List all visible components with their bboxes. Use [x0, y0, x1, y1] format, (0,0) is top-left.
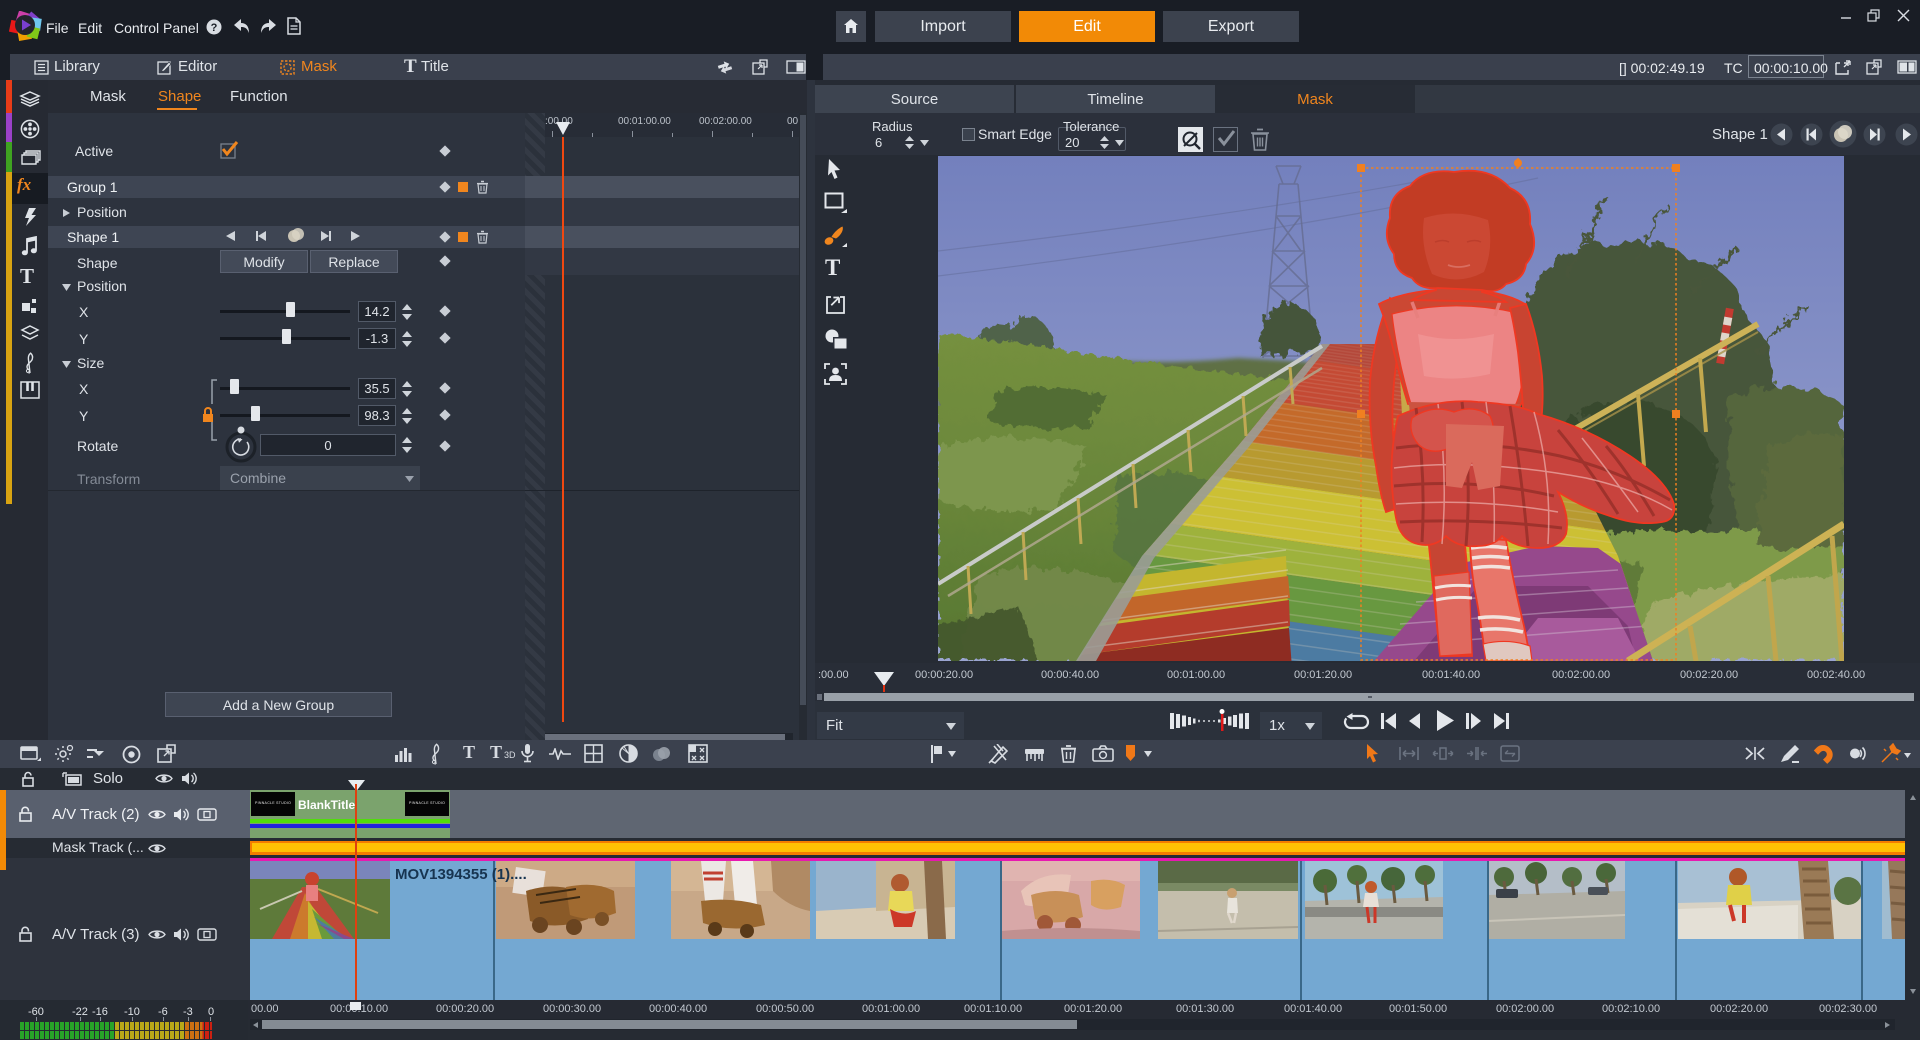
svg-text:?: ?	[211, 22, 218, 34]
